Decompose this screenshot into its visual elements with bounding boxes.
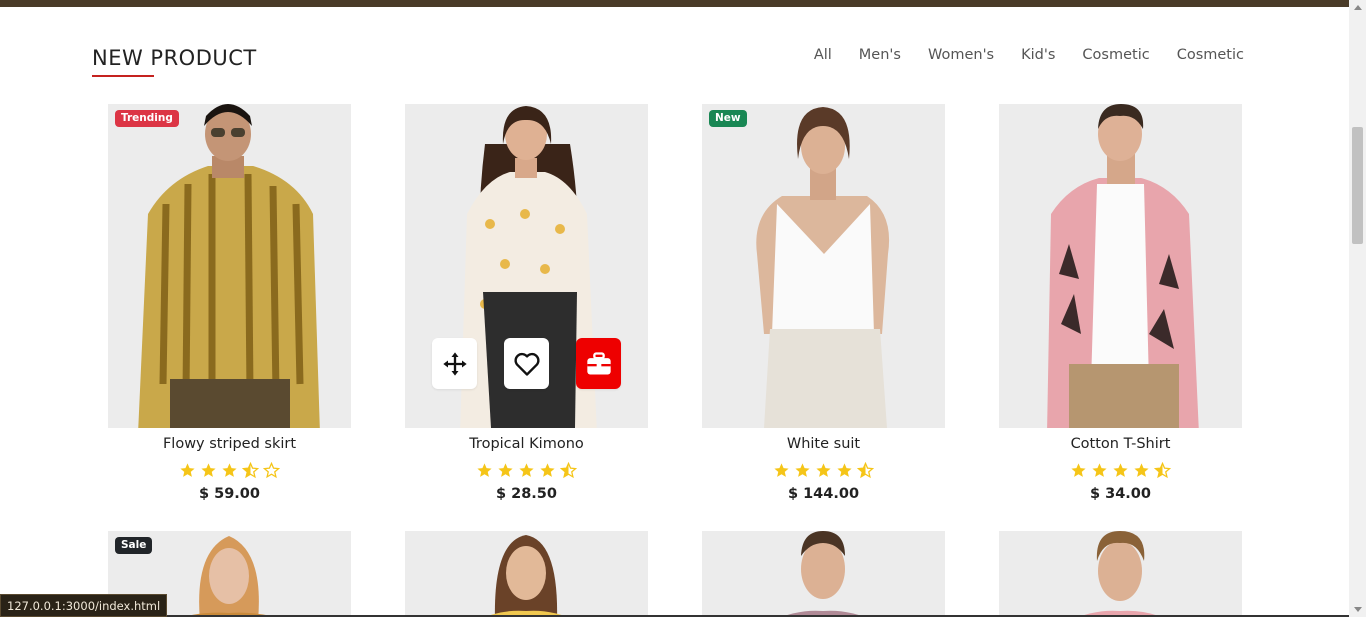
star-full-icon — [498, 463, 513, 477]
product-name[interactable]: White suit — [702, 436, 945, 456]
filter-mens[interactable]: Men's — [859, 47, 901, 63]
product-card[interactable]: New White suit $ 144.00 — [702, 104, 945, 502]
star-full-icon — [540, 463, 555, 477]
filter-womens[interactable]: Women's — [928, 47, 994, 63]
product-card[interactable]: Tropical Kimono $ 28.50 — [405, 104, 648, 502]
vertical-scrollbar[interactable] — [1349, 0, 1366, 617]
product-name[interactable]: Cotton T-Shirt — [999, 436, 1242, 456]
product-name[interactable]: Tropical Kimono — [405, 436, 648, 456]
star-full-icon — [837, 463, 852, 477]
product-card[interactable]: Trending Flowy striped skirt $ 59.00 — [108, 104, 351, 502]
wishlist-button[interactable] — [504, 338, 549, 389]
product-image[interactable] — [999, 104, 1242, 428]
top-bar — [0, 0, 1366, 7]
section-title: NEW PRODUCT — [92, 46, 257, 70]
filter-cosmetic-2[interactable]: Cosmetic — [1177, 47, 1244, 63]
star-full-icon — [774, 463, 789, 477]
filter-cosmetic[interactable]: Cosmetic — [1082, 47, 1149, 63]
star-half-icon — [1154, 462, 1171, 479]
heart-icon — [513, 352, 540, 376]
product-price: $ 144.00 — [787, 486, 860, 502]
move-icon — [442, 351, 467, 376]
star-full-icon — [1092, 463, 1107, 477]
star-empty-icon — [263, 462, 280, 479]
star-full-icon — [816, 463, 831, 477]
star-full-icon — [1113, 463, 1128, 477]
product-image[interactable] — [405, 104, 648, 428]
briefcase-icon — [586, 351, 611, 374]
product-price: $ 28.50 — [495, 486, 557, 502]
product-image[interactable] — [702, 531, 945, 617]
product-hover-actions — [432, 338, 621, 389]
rating-stars — [405, 462, 648, 480]
product-card[interactable] — [405, 531, 648, 617]
scroll-down-arrow-icon[interactable] — [1354, 607, 1362, 612]
category-filters: All Men's Women's Kid's Cosmetic Cosmeti… — [787, 47, 1244, 63]
star-full-icon — [180, 463, 195, 477]
product-name[interactable]: Flowy striped skirt — [108, 436, 351, 456]
scroll-up-arrow-icon[interactable] — [1354, 5, 1362, 10]
product-card[interactable] — [702, 531, 945, 617]
star-full-icon — [222, 463, 237, 477]
star-full-icon — [477, 463, 492, 477]
filter-kids[interactable]: Kid's — [1021, 47, 1055, 63]
product-price: $ 59.00 — [198, 486, 260, 502]
rating-stars — [999, 462, 1242, 480]
rating-stars — [702, 462, 945, 480]
star-full-icon — [1134, 463, 1149, 477]
sale-badge: Sale — [115, 537, 153, 554]
new-badge: New — [709, 110, 747, 127]
title-underline — [92, 75, 154, 77]
product-card[interactable] — [999, 531, 1242, 617]
product-image[interactable] — [405, 531, 648, 617]
product-image[interactable] — [999, 531, 1242, 617]
quick-view-button[interactable] — [432, 338, 477, 389]
star-full-icon — [519, 463, 534, 477]
star-half-icon — [242, 462, 259, 479]
star-half-icon — [857, 462, 874, 479]
status-bar-url: 127.0.0.1:3000/index.html — [0, 594, 168, 617]
product-image[interactable]: New — [702, 104, 945, 428]
rating-stars — [108, 462, 351, 480]
star-full-icon — [1071, 463, 1086, 477]
product-image[interactable]: Trending — [108, 104, 351, 428]
filter-all[interactable]: All — [814, 47, 832, 63]
add-to-cart-button[interactable] — [576, 338, 621, 389]
trending-badge: Trending — [115, 110, 179, 127]
product-card[interactable]: Cotton T-Shirt $ 34.00 — [999, 104, 1242, 502]
product-price: $ 34.00 — [1089, 486, 1151, 502]
star-full-icon — [795, 463, 810, 477]
star-full-icon — [201, 463, 216, 477]
star-half-icon — [560, 462, 577, 479]
scrollbar-thumb[interactable] — [1352, 127, 1363, 244]
